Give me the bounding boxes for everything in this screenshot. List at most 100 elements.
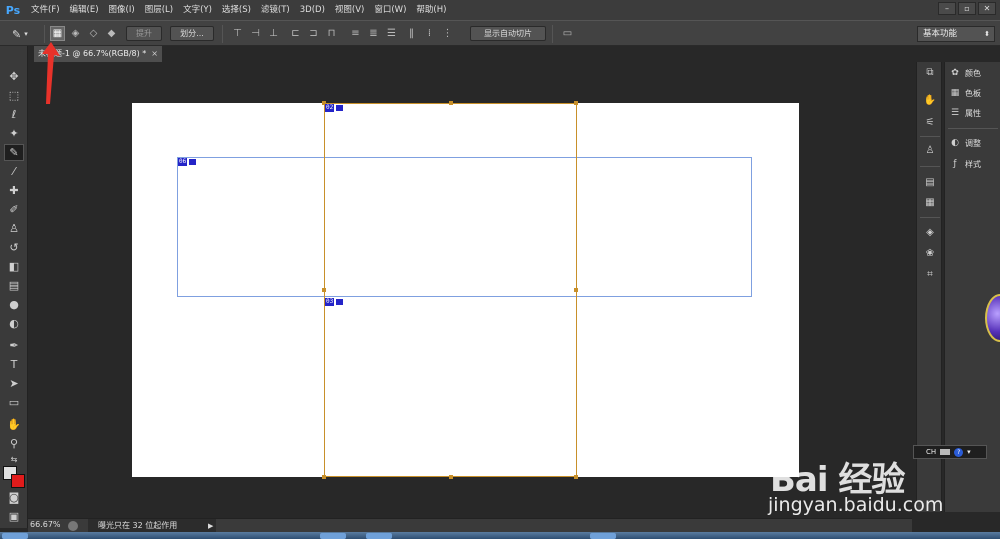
document-canvas[interactable]: 02 06 03 — [132, 101, 799, 479]
background-color-swatch[interactable] — [11, 474, 25, 488]
history-brush-tool-icon[interactable]: ↺ — [4, 239, 24, 256]
slice-number: 02 — [325, 104, 335, 112]
slice-handle[interactable] — [574, 288, 578, 292]
menu-image[interactable]: 图像(I) — [104, 0, 140, 20]
quick-select-tool-icon[interactable]: ✦ — [4, 125, 24, 142]
channels-panel-icon[interactable]: ❀ — [922, 245, 938, 261]
maximize-button[interactable]: ▫ — [958, 2, 976, 15]
panel-label: 色板 — [965, 88, 981, 98]
adjustments-panel-tab[interactable]: ◐ 调整 — [949, 135, 981, 151]
menu-help[interactable]: 帮助(H) — [411, 0, 451, 20]
paragraph-panel-icon[interactable]: ▦ — [922, 194, 938, 210]
menu-view[interactable]: 视图(V) — [330, 0, 369, 20]
promote-button[interactable]: 提升 — [126, 26, 162, 41]
properties-panel-tab[interactable]: ☰ 属性 — [949, 105, 981, 121]
healing-brush-tool-icon[interactable]: ✚ — [4, 182, 24, 199]
styles-panel-tab[interactable]: ƒ 样式 — [949, 156, 981, 172]
character-panel-icon[interactable]: ▤ — [922, 174, 938, 190]
chevron-down-icon[interactable]: ▾ — [967, 448, 971, 456]
panel-label: 样式 — [965, 159, 981, 169]
color-panel-tab[interactable]: ✿ 颜色 — [949, 65, 981, 81]
layers-panel-icon[interactable]: ◈ — [922, 224, 938, 240]
zoom-tool-icon[interactable]: ⚲ — [4, 435, 24, 452]
eraser-tool-icon[interactable]: ◧ — [4, 258, 24, 275]
slice-handle[interactable] — [574, 101, 578, 105]
distribute-vcenter-icon[interactable]: ≣ — [366, 26, 381, 41]
move-tool-icon[interactable]: ✥ — [4, 68, 24, 85]
distribute-left-icon[interactable]: ‖ — [404, 26, 419, 41]
menu-file[interactable]: 文件(F) — [26, 0, 65, 20]
slice-select-tool-preset-icon[interactable]: ✎ ▾ — [12, 26, 38, 42]
swatches-panel-tab[interactable]: ▦ 色板 — [949, 85, 981, 101]
workspace-select[interactable]: 基本功能 ⬍ — [917, 26, 995, 42]
menu-type[interactable]: 文字(Y) — [178, 0, 217, 20]
quick-mask-icon[interactable]: ◙ — [4, 489, 24, 506]
menu-window[interactable]: 窗口(W) — [369, 0, 411, 20]
slice-handle[interactable] — [574, 475, 578, 479]
distribute-right-icon[interactable]: ⋮ — [440, 26, 455, 41]
status-menu-arrow-icon[interactable]: ▶ — [208, 519, 216, 533]
slice-badge: 02 — [325, 104, 345, 112]
hand-tool-icon[interactable]: ✋ — [4, 416, 24, 433]
minimize-button[interactable]: – — [938, 2, 956, 15]
close-button[interactable]: ✕ — [978, 2, 996, 15]
menu-3d[interactable]: 3D(D) — [295, 0, 330, 20]
distribute-top-icon[interactable]: ≡ — [348, 26, 363, 41]
menu-layer[interactable]: 图层(L) — [140, 0, 178, 20]
shape-tool-icon[interactable]: ▭ — [4, 394, 24, 411]
align-bottom-icon[interactable]: ⊥ — [266, 26, 281, 41]
close-icon[interactable]: × — [151, 46, 158, 62]
clone-stamp-tool-icon[interactable]: ♙ — [4, 220, 24, 237]
dodge-tool-icon[interactable]: ◐ — [4, 315, 24, 332]
taskbar-app-icon[interactable] — [590, 533, 616, 539]
taskbar-app-icon[interactable] — [366, 533, 392, 539]
bring-to-front-icon[interactable]: ▦ — [50, 26, 65, 41]
menu-filter[interactable]: 滤镜(T) — [256, 0, 295, 20]
brush-tool-icon[interactable]: ✐ — [4, 201, 24, 218]
options-bar: ✎ ▾ ▦ ◈ ◇ ◆ 提升 划分... ⊤ ⊣ ⊥ ⊏ ⊐ ⊓ ≡ ≣ ☰ ‖ … — [0, 20, 1000, 46]
menu-edit[interactable]: 编辑(E) — [65, 0, 104, 20]
actions-panel-icon[interactable]: ✋ — [922, 92, 938, 108]
slice-number: 06 — [178, 158, 188, 166]
eyedropper-tool-icon[interactable]: ⁄ — [4, 163, 24, 180]
lasso-tool-icon[interactable]: ℓ — [4, 106, 24, 123]
menu-select[interactable]: 选择(S) — [217, 0, 256, 20]
blur-tool-icon[interactable]: ● — [4, 296, 24, 313]
window-controls: – ▫ ✕ — [938, 2, 996, 15]
slice-handle[interactable] — [449, 101, 453, 105]
panel-label: 颜色 — [965, 68, 981, 78]
slice-handle[interactable] — [449, 475, 453, 479]
taskbar-app-icon[interactable] — [320, 533, 346, 539]
slice-handle[interactable] — [322, 475, 326, 479]
distribute-hcenter-icon[interactable]: ⁞ — [422, 26, 437, 41]
slice-selection-box[interactable] — [177, 157, 752, 297]
clone-source-icon[interactable]: ♙ — [922, 142, 938, 158]
align-right-icon[interactable]: ⊓ — [324, 26, 339, 41]
paths-panel-icon[interactable]: ⌗ — [922, 266, 938, 282]
align-vcenter-icon[interactable]: ⊣ — [248, 26, 263, 41]
send-to-back-icon[interactable]: ◆ — [104, 26, 119, 41]
annotation-arrow-icon — [42, 42, 60, 104]
type-tool-icon[interactable]: T — [4, 356, 24, 373]
status-info-icon[interactable] — [68, 521, 78, 531]
slice-tool-icon[interactable]: ✎ — [4, 144, 24, 161]
marquee-tool-icon[interactable]: ⬚ — [4, 87, 24, 104]
align-top-icon[interactable]: ⊤ — [230, 26, 245, 41]
zoom-level[interactable]: 66.67% — [30, 520, 61, 529]
bring-forward-icon[interactable]: ◈ — [68, 26, 83, 41]
align-left-icon[interactable]: ⊏ — [288, 26, 303, 41]
taskbar-app-icon[interactable] — [2, 533, 28, 539]
screen-mode-icon[interactable]: ▣ — [4, 508, 24, 525]
brush-presets-icon[interactable]: ⚟ — [922, 114, 938, 130]
align-hcenter-icon[interactable]: ⊐ — [306, 26, 321, 41]
gradient-tool-icon[interactable]: ▤ — [4, 277, 24, 294]
slice-options-icon[interactable]: ▭ — [560, 26, 575, 41]
pen-tool-icon[interactable]: ✒ — [4, 337, 24, 354]
history-panel-icon[interactable]: ⧉ — [922, 64, 938, 80]
slice-handle[interactable] — [322, 288, 326, 292]
send-backward-icon[interactable]: ◇ — [86, 26, 101, 41]
divide-button[interactable]: 划分... — [170, 26, 214, 41]
show-auto-slices-button[interactable]: 显示自动切片 — [470, 26, 546, 41]
distribute-bottom-icon[interactable]: ☰ — [384, 26, 399, 41]
path-select-tool-icon[interactable]: ➤ — [4, 375, 24, 392]
